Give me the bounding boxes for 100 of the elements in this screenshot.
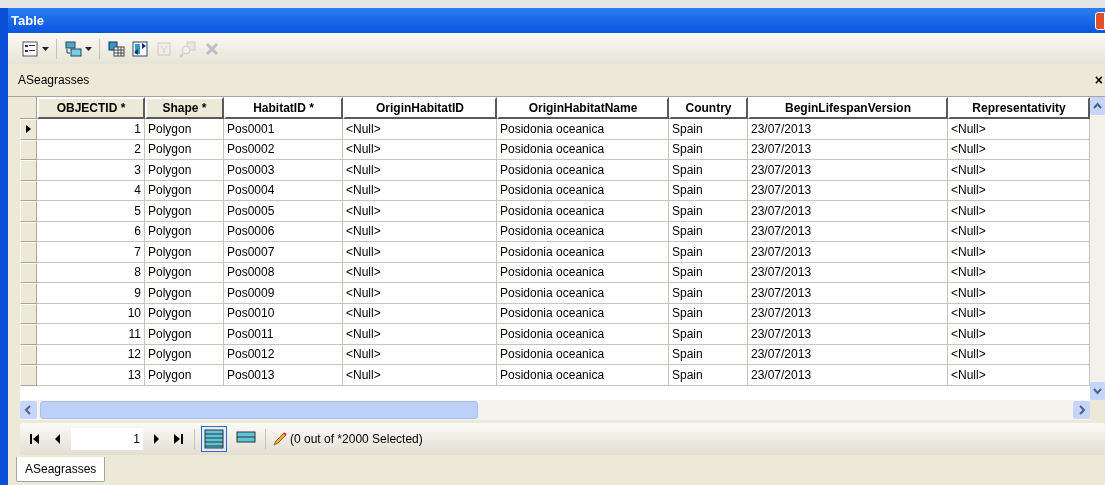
table-cell: Posidonia oceanica bbox=[497, 119, 669, 140]
table-cell: 1 bbox=[37, 119, 145, 140]
column-header[interactable]: Country bbox=[669, 97, 748, 119]
table-cell: Polygon bbox=[145, 242, 224, 263]
record-field[interactable]: 1 bbox=[71, 428, 143, 450]
table-cell: Polygon bbox=[145, 303, 224, 324]
table-cell: Posidonia oceanica bbox=[497, 242, 669, 263]
current-row-icon bbox=[26, 125, 31, 134]
column-header[interactable]: BeginLifespanVersion bbox=[748, 97, 948, 119]
table-cell: <Null> bbox=[343, 242, 497, 263]
table-cell: Pos0005 bbox=[224, 201, 343, 222]
table-cell: Spain bbox=[669, 180, 748, 201]
table-cell: Pos0010 bbox=[224, 303, 343, 324]
table-cell: Pos0007 bbox=[224, 242, 343, 263]
previous-icon bbox=[54, 434, 61, 444]
table-cell: 23/07/2013 bbox=[748, 365, 948, 386]
table-cell: 23/07/2013 bbox=[748, 324, 948, 345]
table-cell: Pos0003 bbox=[224, 160, 343, 181]
column-header[interactable]: HabitatID * bbox=[224, 97, 343, 119]
table-cell: Polygon bbox=[145, 119, 224, 140]
table-cell: <Null> bbox=[343, 180, 497, 201]
row-selector[interactable] bbox=[20, 119, 37, 140]
table-cell: Posidonia oceanica bbox=[497, 262, 669, 283]
table-cell: Posidonia oceanica bbox=[497, 303, 669, 324]
table-cell: Pos0008 bbox=[224, 262, 343, 283]
table-cell: 3 bbox=[37, 160, 145, 181]
table-cell: <Null> bbox=[343, 139, 497, 160]
table-cell: 10 bbox=[37, 303, 145, 324]
table-cell: 6 bbox=[37, 221, 145, 242]
vertical-scrollbar[interactable] bbox=[1090, 97, 1105, 400]
table-cell: Pos0009 bbox=[224, 283, 343, 304]
scroll-down-icon[interactable] bbox=[1090, 382, 1105, 400]
column-header[interactable]: Representativity bbox=[948, 97, 1090, 119]
selection-status: (0 out of *2000 Selected) bbox=[290, 431, 423, 448]
table-cell: 2 bbox=[37, 139, 145, 160]
table-cell: <Null> bbox=[343, 262, 497, 283]
scroll-thumb[interactable] bbox=[40, 401, 478, 419]
options-icon bbox=[21, 39, 39, 58]
table-cell: Polygon bbox=[145, 180, 224, 201]
table-cell: Pos0004 bbox=[224, 180, 343, 201]
table-cell: Polygon bbox=[145, 344, 224, 365]
table-cell: <Null> bbox=[343, 160, 497, 181]
table-cell: Posidonia oceanica bbox=[497, 139, 669, 160]
table-cell: Posidonia oceanica bbox=[497, 221, 669, 242]
scroll-right-icon[interactable] bbox=[1073, 401, 1090, 419]
caret-icon bbox=[42, 46, 49, 51]
table-cell: 23/07/2013 bbox=[748, 303, 948, 324]
table-cell: Polygon bbox=[145, 221, 224, 242]
table-cell: <Null> bbox=[343, 324, 497, 345]
table-cell: Spain bbox=[669, 119, 748, 140]
next-icon bbox=[153, 434, 160, 444]
table-cell: 23/07/2013 bbox=[748, 160, 948, 181]
table-cell: 23/07/2013 bbox=[748, 201, 948, 222]
table-cell: <Null> bbox=[343, 119, 497, 140]
column-header[interactable]: Shape * bbox=[145, 97, 224, 119]
table-cell: Posidonia oceanica bbox=[497, 160, 669, 181]
table-cell: Posidonia oceanica bbox=[497, 365, 669, 386]
tab[interactable]: ASeagrasses bbox=[16, 457, 106, 482]
column-header[interactable]: OriginHabitatID bbox=[343, 97, 497, 119]
first-icon bbox=[30, 434, 40, 444]
table-cell: Posidonia oceanica bbox=[497, 324, 669, 345]
table-cell: <Null> bbox=[343, 365, 497, 386]
table-cell: Posidonia oceanica bbox=[497, 283, 669, 304]
table-cell: 4 bbox=[37, 180, 145, 201]
table-cell: Spain bbox=[669, 160, 748, 181]
table-cell: <Null> bbox=[343, 344, 497, 365]
caret-icon bbox=[85, 46, 92, 51]
table-cell: Spain bbox=[669, 262, 748, 283]
table-cell: Spain bbox=[669, 283, 748, 304]
table-cell: Spain bbox=[669, 365, 748, 386]
table-cell: 9 bbox=[37, 283, 145, 304]
pencil-icon bbox=[272, 431, 288, 447]
table-cell: 23/07/2013 bbox=[748, 283, 948, 304]
table-cell: Polygon bbox=[145, 139, 224, 160]
table-cell: 23/07/2013 bbox=[748, 262, 948, 283]
close-button[interactable] bbox=[1095, 11, 1105, 30]
horizontal-scrollbar[interactable] bbox=[20, 400, 1090, 420]
column-header[interactable]: OBJECTID * bbox=[37, 97, 145, 119]
scroll-up-icon[interactable] bbox=[1090, 97, 1105, 115]
table-cell: Spain bbox=[669, 324, 748, 345]
switch-selection-icon bbox=[131, 39, 149, 58]
window-title: Table bbox=[10, 11, 44, 30]
close-button[interactable]: × bbox=[1094, 73, 1103, 87]
all-records-icon bbox=[204, 429, 224, 449]
table-cell: 23/07/2013 bbox=[748, 242, 948, 263]
scroll-left-icon[interactable] bbox=[20, 401, 37, 419]
table-cell: Spain bbox=[669, 344, 748, 365]
view-button[interactable] bbox=[201, 426, 227, 452]
layer-name: ASeagrasses bbox=[18, 72, 90, 89]
table-cell: 23/07/2013 bbox=[748, 180, 948, 201]
table-cell: 8 bbox=[37, 262, 145, 283]
table-cell: 23/07/2013 bbox=[748, 344, 948, 365]
column-header[interactable]: OriginHabitatName bbox=[497, 97, 669, 119]
table-cell: 5 bbox=[37, 201, 145, 222]
table-cell: <Null> bbox=[343, 221, 497, 242]
table-cell: Polygon bbox=[145, 365, 224, 386]
table-cell: <Null> bbox=[343, 201, 497, 222]
table-cell: Posidonia oceanica bbox=[497, 344, 669, 365]
related-tables-icon bbox=[64, 39, 82, 58]
table-cell: Spain bbox=[669, 303, 748, 324]
